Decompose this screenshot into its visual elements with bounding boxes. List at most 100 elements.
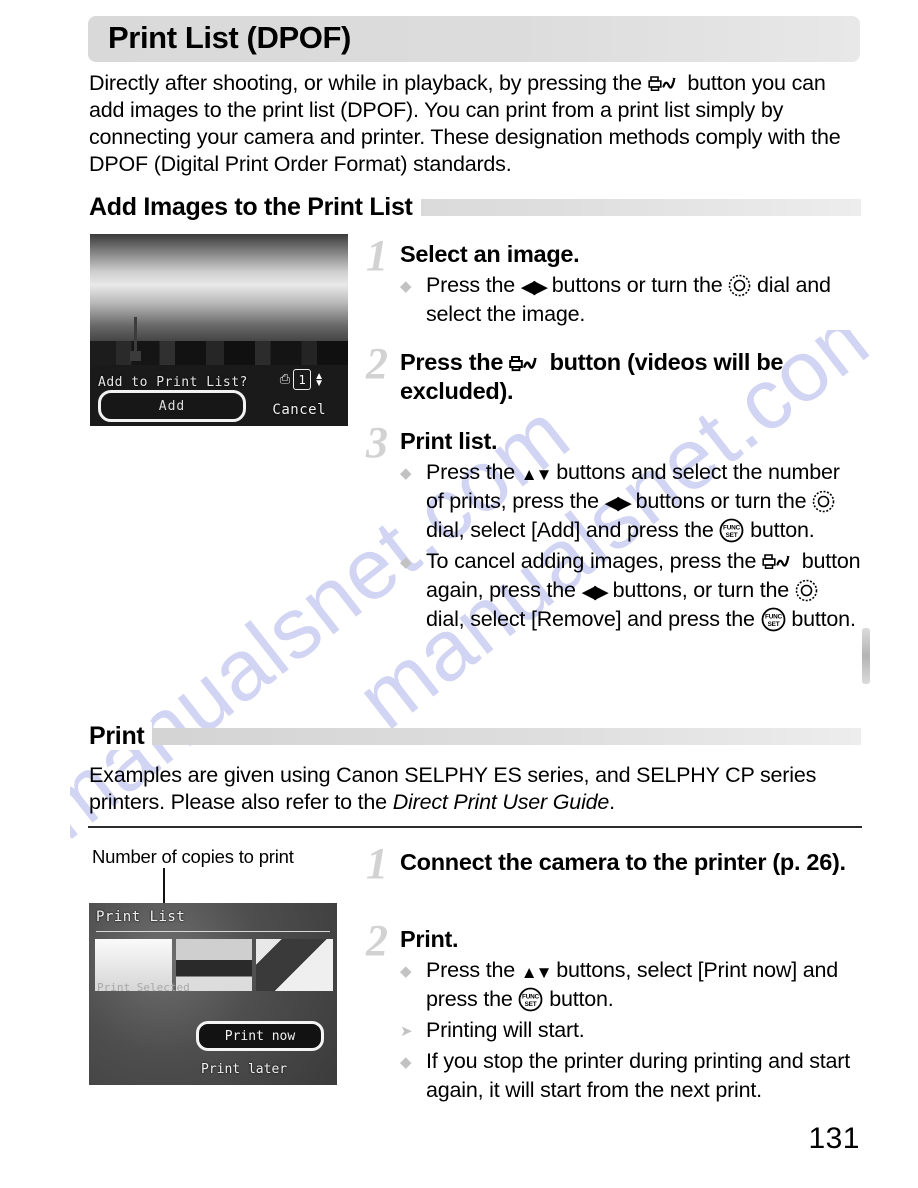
step-title: Print list. [400, 428, 498, 454]
step-number: 3 [366, 418, 388, 467]
step-select-an-image: 1 Select an image. ◆ Press the ◀▶ buttons… [356, 234, 862, 329]
func-set-button-icon: FUNC SET [518, 987, 543, 1012]
bullet-seg1: Press the [426, 273, 521, 297]
lcd2-option-print-now[interactable]: Print now [196, 1021, 324, 1051]
step-bullets: ◆ Press the ▲▼ buttons and select the num… [400, 458, 862, 634]
bullet-seg4: dial, select [Add] and press the [426, 518, 720, 542]
svg-text:FUNC: FUNC [723, 525, 741, 532]
print-dpof-icon [509, 354, 543, 373]
bullet-dot-icon: ◆ [400, 465, 412, 482]
bullet-dot-icon: ◆ [400, 278, 412, 295]
bullet-seg5: button. [785, 607, 856, 631]
page-edge-tab-marker [862, 628, 870, 684]
section-heading-bar [89, 728, 861, 745]
callout-label: Number of copies to print [92, 846, 294, 867]
svg-text:FUNC: FUNC [765, 614, 783, 621]
section-heading-label: Add Images to the Print List [89, 193, 421, 221]
up-down-buttons-icon: ▲▼ [520, 963, 553, 982]
print-paragraph-part2: . [609, 790, 615, 814]
step-title-seg1: Press the [400, 349, 510, 375]
lcd2-sub-caption: Print Selected [97, 981, 190, 994]
lcd-skyline [90, 340, 348, 365]
bullet-item: ◆ Press the ▲▼ buttons and select the num… [400, 458, 862, 545]
func-set-button-icon: FUNC SET [719, 518, 744, 543]
bullet-text: Printing will start. [426, 1018, 585, 1042]
control-dial-icon [795, 579, 818, 602]
step-bullets: ◆ Press the ▲▼ buttons, select [Print now… [400, 956, 862, 1105]
svg-text:SET: SET [726, 532, 738, 539]
step-title: Connect the camera to the printer (p. 26… [400, 849, 846, 875]
bullet-item: ➤ Printing will start. [400, 1016, 862, 1045]
bullet-item: ◆ Press the ◀▶ buttons or turn the dial a… [400, 271, 862, 329]
bullet-dot-icon: ◆ [400, 963, 412, 980]
step-number: 2 [366, 916, 388, 965]
intro-text-part1: Directly after shooting, or while in pla… [89, 71, 648, 95]
left-right-buttons-icon: ◀▶ [581, 582, 609, 603]
copies-counter[interactable]: ⎙ 1 ▲ ▼ [280, 369, 324, 390]
section-heading-add-images: Add Images to the Print List [89, 193, 861, 221]
step-press-print-button: 2 Press the button (videos will be exclu… [356, 342, 862, 406]
page-number: 131 [808, 1122, 860, 1155]
bullet-seg1: Press the [426, 460, 521, 484]
bullet-seg5: button. [744, 518, 815, 542]
step-number: 1 [366, 231, 388, 280]
bullet-seg3: button. [543, 987, 614, 1011]
printer-small-icon: ⎙ [279, 372, 291, 387]
lcd2-option-print-later[interactable]: Print later [201, 1062, 287, 1077]
bullet-dot-icon: ◆ [400, 554, 412, 571]
print-dpof-icon [762, 552, 796, 571]
section-heading-label: Print [89, 722, 153, 750]
bullet-arrow-icon: ➤ [400, 1023, 413, 1040]
left-right-buttons-icon: ◀▶ [604, 493, 632, 514]
intro-paragraph: Directly after shooting, or while in pla… [89, 70, 861, 178]
control-dial-icon [728, 274, 751, 297]
up-down-buttons-icon: ▲▼ [520, 465, 553, 484]
lcd2-header-rule [96, 931, 330, 932]
svg-text:SET: SET [525, 1001, 537, 1008]
thumbnail[interactable] [256, 939, 334, 991]
add-to-print-list-screen: Add to Print List? ⎙ 1 ▲ ▼ Add Cancel [90, 234, 348, 426]
bullet-text: If you stop the printer during printing … [426, 1049, 851, 1102]
page-title-banner: Print List (DPOF) [88, 16, 860, 62]
lcd-prompt: Add to Print List? [98, 375, 248, 390]
bullet-seg3: buttons, or turn the [606, 578, 795, 602]
step-number: 2 [366, 339, 388, 388]
bullet-item: ◆ Press the ▲▼ buttons, select [Print now… [400, 956, 862, 1014]
left-right-buttons-icon: ◀▶ [520, 277, 548, 298]
bullet-seg1: Press the [426, 958, 521, 982]
section-heading-print: Print [89, 722, 861, 750]
step-title: Press the button (videos will be exclude… [400, 348, 862, 406]
horizontal-divider [88, 826, 862, 828]
control-dial-icon [812, 490, 835, 513]
copies-count-value: 1 [293, 369, 312, 390]
bullet-item: ◆ If you stop the printer during printing… [400, 1047, 862, 1105]
step-title: Select an image. [400, 241, 580, 267]
lcd-tower [130, 316, 141, 361]
bullet-item: ◆ To cancel adding images, press the butt… [400, 547, 862, 634]
print-guide-title: Direct Print User Guide [392, 790, 610, 814]
bullet-seg4: dial, select [Remove] and press the [426, 607, 761, 631]
step-title: Print. [400, 926, 459, 952]
bullet-dot-icon: ◆ [400, 1054, 412, 1071]
lcd-button-cancel[interactable]: Cancel [272, 402, 326, 418]
lcd2-header: Print List [96, 909, 186, 925]
step-bullets: ◆ Press the ◀▶ buttons or turn the dial a… [400, 271, 862, 329]
print-dpof-icon [648, 74, 682, 93]
print-list-screen: Print List Print Selected Print now Prin… [89, 903, 337, 1085]
lcd-sky [90, 234, 348, 346]
bullet-seg3: buttons or turn the [629, 489, 813, 513]
svg-text:FUNC: FUNC [522, 994, 540, 1001]
func-set-button-icon: FUNC SET [761, 607, 786, 632]
up-down-arrows-icon: ▲ ▼ [314, 370, 324, 389]
bullet-seg2: buttons or turn the [546, 273, 729, 297]
svg-text:SET: SET [767, 621, 779, 628]
step-number: 1 [366, 839, 388, 888]
bullet-seg1: To cancel adding images, press the [426, 549, 763, 573]
step-print: 2 Print. ◆ Press the ▲▼ buttons, select [… [356, 919, 862, 1105]
lcd-button-add[interactable]: Add [98, 390, 246, 422]
print-section-paragraph: Examples are given using Canon SELPHY ES… [89, 762, 861, 816]
step-connect-camera-to-printer: 1 Connect the camera to the printer (p. … [356, 842, 862, 886]
manual-page: Print List (DPOF) Directly after shootin… [0, 0, 918, 1188]
page-title: Print List (DPOF) [108, 20, 351, 55]
step-print-list: 3 Print list. ◆ Press the ▲▼ buttons and … [356, 421, 862, 634]
